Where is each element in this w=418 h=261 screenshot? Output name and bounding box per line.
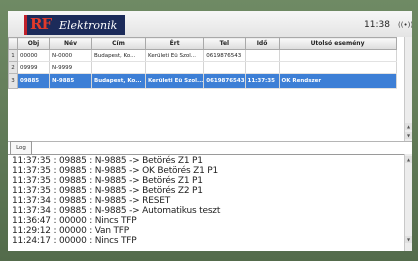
cell-ido[interactable] xyxy=(245,49,280,62)
log-line: 11:37:35 : 09885 : N-9885 -> Betörés Z2 … xyxy=(12,186,203,196)
cell-utolso-esemeny[interactable]: OK Rendszer xyxy=(279,73,397,89)
column-header-utolso-esemeny[interactable]: Utolsó esemény xyxy=(278,37,397,50)
table-row[interactable]: 2 09999 N-9999 xyxy=(8,61,397,74)
cell-ert[interactable]: Kerületi Eü Szol... xyxy=(145,73,205,89)
scroll-down-arrow-icon[interactable]: ▼ xyxy=(405,236,412,243)
table-row-selected[interactable]: 3 09885 N-9885 Budapest, Ko... Kerületi … xyxy=(8,73,397,89)
column-header-obj[interactable]: Obj xyxy=(17,37,50,50)
cell-obj[interactable]: 09999 xyxy=(17,61,50,74)
log-line: 11:37:34 : 09885 : N-9885 -> Automatikus… xyxy=(12,206,221,216)
signal-icon: ((•)) xyxy=(398,21,412,29)
cell-obj[interactable]: 09885 xyxy=(17,73,50,89)
log-scrollbar[interactable]: ▲ ▼ xyxy=(404,154,412,251)
cell-utolso-esemeny[interactable] xyxy=(279,49,397,62)
log-line: 11:36:47 : 00000 : Nincs TFP xyxy=(12,216,137,226)
column-header-ido[interactable]: Idő xyxy=(244,37,280,50)
logo-rf-text: RF xyxy=(30,15,52,33)
cell-tel[interactable] xyxy=(203,61,246,74)
column-header-tel[interactable]: Tel xyxy=(203,37,246,50)
log-line: 11:29:12 : 00000 : Van TFP xyxy=(12,226,129,236)
cell-ert[interactable] xyxy=(145,61,205,74)
log-line: 11:37:35 : 09885 : N-9885 -> Betörés Z1 … xyxy=(12,176,203,186)
scroll-up-arrow-icon[interactable]: ▲ xyxy=(405,123,412,130)
pane-divider[interactable] xyxy=(8,141,412,142)
cell-ido[interactable] xyxy=(245,61,280,74)
log-panel: 11:37:35 : 09885 : N-9885 -> Betörés Z1 … xyxy=(8,154,404,251)
log-line: 11:37:34 : 09885 : N-9885 -> RESET xyxy=(12,196,170,206)
cell-nev[interactable]: N-9885 xyxy=(49,73,92,89)
cell-cim[interactable]: Budapest, Ko... xyxy=(91,73,146,89)
cell-cim[interactable] xyxy=(91,61,146,74)
column-header-ert[interactable]: Ért xyxy=(144,37,205,50)
cell-tel[interactable]: 0619876543 xyxy=(203,73,246,89)
table-header-row: Obj Név Cím Ért Tel Idő Utolsó esemény xyxy=(8,37,397,50)
objects-table-area: Obj Név Cím Ért Tel Idő Utolsó esemény 1… xyxy=(8,37,404,147)
clock-display: 11:38 xyxy=(364,20,390,30)
row-number: 1 xyxy=(8,49,18,62)
cell-ert[interactable]: Kerületi Eü Szol... xyxy=(145,49,205,62)
cell-nev[interactable]: N-0000 xyxy=(49,49,92,62)
cell-ido[interactable]: 11:37:35 xyxy=(245,73,280,89)
cell-nev[interactable]: N-9999 xyxy=(49,61,92,74)
table-scrollbar[interactable]: ▲ ▼ xyxy=(404,37,412,141)
row-number-header xyxy=(8,37,18,50)
logo-elektronik-text: Elektronik xyxy=(59,19,118,32)
column-header-cim[interactable]: Cím xyxy=(91,37,146,50)
rf-elektronik-logo: RF Elektronik xyxy=(24,15,125,35)
table-row[interactable]: 1 00000 N-0000 Budapest, Ko... Kerületi … xyxy=(8,49,397,62)
cell-utolso-esemeny[interactable] xyxy=(279,61,397,74)
row-number: 3 xyxy=(8,73,18,89)
tab-log[interactable]: Log xyxy=(10,141,32,154)
app-screen: RF Elektronik 11:38 ((•)) Obj Név Cím Ér… xyxy=(8,11,412,251)
title-bar: RF Elektronik 11:38 ((•)) xyxy=(8,11,412,37)
objects-table: Obj Név Cím Ért Tel Idő Utolsó esemény 1… xyxy=(8,37,397,89)
cell-obj[interactable]: 00000 xyxy=(17,49,50,62)
scroll-down-arrow-icon[interactable]: ▼ xyxy=(405,132,412,139)
log-line: 11:24:17 : 00000 : Nincs TFP xyxy=(12,236,137,246)
row-number: 2 xyxy=(8,61,18,74)
cell-tel[interactable]: 0619876543 xyxy=(203,49,246,62)
log-line: 11:37:35 : 09885 : N-9885 -> Betörés Z1 … xyxy=(12,156,203,166)
cell-cim[interactable]: Budapest, Ko... xyxy=(91,49,146,62)
scroll-up-arrow-icon[interactable]: ▲ xyxy=(405,156,412,163)
column-header-nev[interactable]: Név xyxy=(49,37,92,50)
log-line: 11:37:35 : 09885 : N-9885 -> OK Betörés … xyxy=(12,166,219,176)
